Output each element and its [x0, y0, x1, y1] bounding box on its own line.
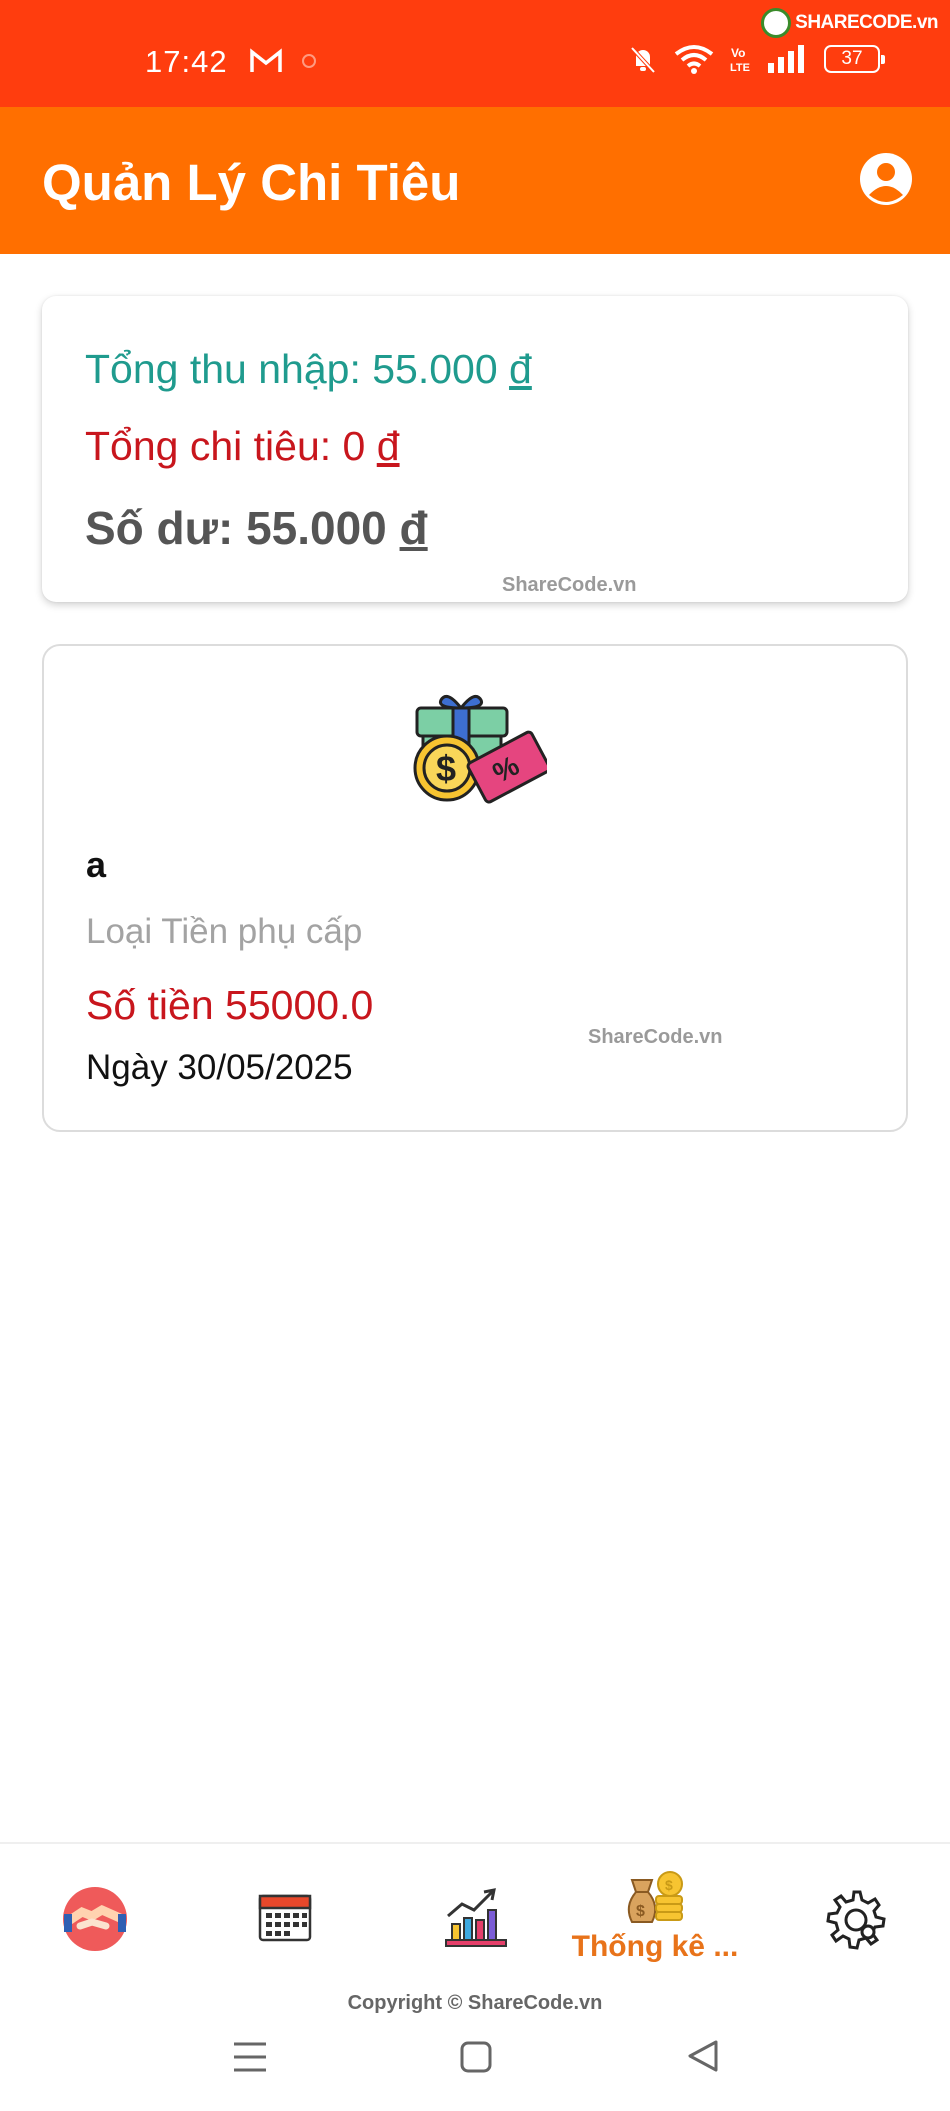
watermark: ShareCode.vn	[502, 574, 637, 596]
nav-item-statistics[interactable]: $ $ Thống kê ...	[555, 1844, 755, 1994]
transaction-type: Loại Tiền phụ cấp	[86, 912, 363, 951]
nav-label-statistics: Thống kê ...	[571, 1930, 739, 1963]
currency-symbol: đ	[399, 502, 428, 554]
transaction-name: a	[86, 844, 107, 885]
page-title: Quản Lý Chi Tiêu	[42, 154, 461, 211]
menu-icon[interactable]	[232, 2040, 268, 2074]
balance: Số dư: 55.000 đ	[85, 501, 428, 555]
gear-icon	[826, 1890, 886, 1950]
currency-symbol: đ	[376, 423, 400, 469]
transaction-amount: Số tiền 55000.0	[86, 982, 374, 1028]
sharecode-logo-text: SHARECODE.vn	[795, 12, 938, 33]
handshake-icon	[63, 1887, 127, 1951]
watermark: ShareCode.vn	[588, 1026, 723, 1048]
svg-text:Vo: Vo	[731, 46, 745, 60]
battery-icon: 37	[824, 45, 885, 73]
status-time: 17:42	[145, 44, 228, 79]
sharecode-logo-icon	[761, 8, 792, 38]
balance-text: Số dư: 55.000	[85, 502, 387, 554]
status-right-icons: Vo LTE 37	[628, 44, 885, 74]
wifi-icon	[674, 45, 714, 74]
account-icon[interactable]	[858, 151, 914, 207]
summary-card: Tổng thu nhập: 55.000 đ Tổng chi tiêu: 0…	[42, 296, 908, 602]
battery-level: 37	[841, 48, 863, 69]
svg-text:$: $	[436, 748, 456, 789]
notification-dot-icon	[302, 54, 316, 68]
money-bag-icon: $ $	[627, 1871, 683, 1923]
status-left-icons	[250, 48, 318, 74]
total-expense: Tổng chi tiêu: 0 đ	[85, 423, 400, 470]
transaction-date: Ngày 30/05/2025	[86, 1048, 353, 1087]
volte-icon: Vo LTE	[730, 46, 750, 74]
nav-item-chart[interactable]	[420, 1844, 530, 1994]
svg-text:LTE: LTE	[730, 62, 750, 74]
nav-item-calendar[interactable]	[230, 1844, 340, 1994]
total-expense-text: Tổng chi tiêu: 0	[85, 423, 366, 469]
system-navigation-bar	[0, 2020, 950, 2111]
calendar-icon	[258, 1894, 312, 1942]
total-income: Tổng thu nhập: 55.000 đ	[85, 346, 532, 393]
transaction-card[interactable]: $ % a Loại Tiền phụ cấp Số tiền 55000.0 …	[42, 644, 908, 1132]
status-bar: 17:42 Vo LTE 37 SHARECODE.vn	[0, 0, 950, 107]
gift-money-icon: $ %	[413, 694, 547, 804]
copyright-text: Copyright © ShareCode.vn	[347, 1992, 603, 2014]
signal-icon	[768, 45, 804, 73]
gmail-icon	[250, 48, 282, 72]
home-icon[interactable]	[459, 2040, 493, 2074]
svg-text:$: $	[665, 1877, 673, 1893]
total-income-text: Tổng thu nhập: 55.000	[85, 346, 498, 392]
chart-growth-icon	[445, 1888, 507, 1947]
nav-item-handshake[interactable]	[40, 1844, 150, 1994]
sharecode-logo: SHARECODE.vn	[761, 8, 938, 38]
app-bar: Quản Lý Chi Tiêu	[0, 107, 950, 254]
svg-text:$: $	[636, 1903, 645, 1920]
back-icon[interactable]	[686, 2038, 720, 2074]
bottom-navigation: $ $ Thống kê ...	[0, 1842, 950, 1992]
nav-item-settings[interactable]	[800, 1844, 910, 1994]
mute-bell-icon	[630, 46, 656, 74]
currency-symbol: đ	[509, 346, 532, 392]
